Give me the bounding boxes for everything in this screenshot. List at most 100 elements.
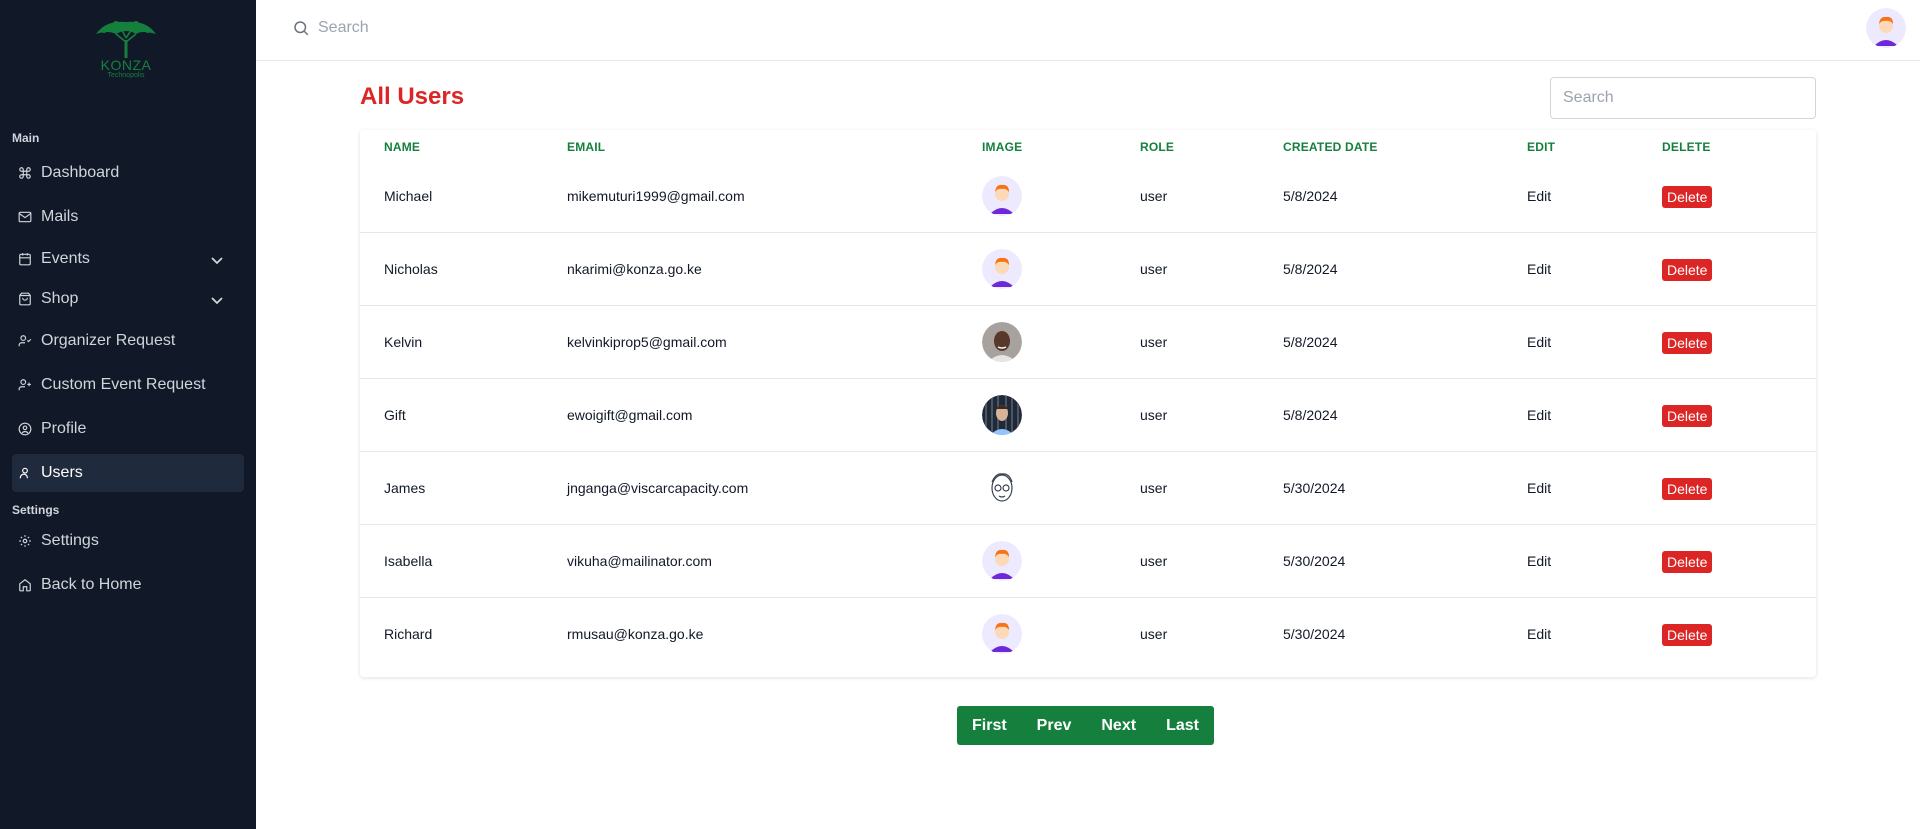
user-created-date: 5/8/2024	[1283, 334, 1338, 350]
users-table: Name Email Image Role Created Date Edit …	[360, 130, 1816, 677]
user-name: Gift	[384, 407, 406, 423]
chevron-down-icon[interactable]	[210, 293, 224, 311]
user-check-icon	[18, 334, 32, 348]
delete-user-button[interactable]: Delete	[1662, 259, 1713, 281]
table-row: Gift ewoigift@gmail.com user 5/8/2024 Ed…	[360, 379, 1816, 452]
user-avatar-image	[982, 614, 1022, 654]
user-created-date: 5/30/2024	[1283, 553, 1346, 569]
user-name: Nicholas	[384, 261, 438, 277]
logo-subtitle: Technopolis	[107, 72, 145, 79]
sidebar-item-label: Profile	[41, 420, 87, 437]
table-row: James jnganga@viscarcapacity.com user 5/…	[360, 452, 1816, 525]
home-icon	[18, 578, 32, 592]
user-email: nkarimi@konza.go.ke	[567, 261, 702, 277]
command-icon	[18, 166, 32, 180]
user-avatar-image	[982, 468, 1022, 508]
logo-wordmark: KONZA	[100, 57, 152, 73]
calendar-icon	[18, 252, 32, 266]
top-bar	[256, 0, 1920, 61]
user-name: Isabella	[384, 553, 433, 569]
sidebar-item-back-to-home[interactable]: Back to Home	[12, 566, 244, 604]
column-header-email: Email	[567, 140, 606, 154]
pagination: First Prev Next Last	[957, 706, 1214, 745]
user-icon	[18, 466, 32, 480]
sidebar-item-label: Organizer Request	[41, 332, 176, 349]
delete-user-button[interactable]: Delete	[1662, 186, 1713, 208]
chevron-down-icon[interactable]	[210, 253, 224, 271]
edit-user-link[interactable]: Edit	[1527, 626, 1551, 642]
user-email: vikuha@mailinator.com	[567, 553, 712, 569]
user-role: user	[1140, 407, 1168, 423]
gear-icon	[18, 534, 32, 548]
user-created-date: 5/30/2024	[1283, 480, 1346, 496]
sidebar-item-label: Mails	[41, 208, 79, 225]
edit-user-link[interactable]: Edit	[1527, 480, 1551, 496]
user-role: user	[1140, 261, 1168, 277]
user-avatar-image	[982, 395, 1022, 435]
column-header-edit: Edit	[1527, 140, 1556, 154]
delete-user-button[interactable]: Delete	[1662, 332, 1713, 354]
tree-logo-icon	[96, 21, 156, 58]
column-header-delete: Delete	[1662, 140, 1711, 154]
user-role: user	[1140, 626, 1168, 642]
user-role: user	[1140, 480, 1168, 496]
pagination-next-button[interactable]: Next	[1086, 706, 1151, 745]
section-label-main: Main	[12, 131, 40, 145]
user-avatar-image	[982, 322, 1022, 362]
table-row: Isabella vikuha@mailinator.com user 5/30…	[360, 525, 1816, 598]
pagination-first-button[interactable]: First	[957, 706, 1022, 745]
section-label-settings: Settings	[12, 503, 60, 517]
user-avatar-image	[982, 541, 1022, 581]
sidebar-item-profile[interactable]: Profile	[12, 410, 244, 448]
sidebar-item-label: Events	[41, 250, 90, 267]
page-title: All Users	[360, 83, 465, 110]
bag-icon	[18, 292, 32, 306]
column-header-role: Role	[1140, 140, 1175, 154]
user-created-date: 5/8/2024	[1283, 188, 1338, 204]
user-role: user	[1140, 553, 1168, 569]
sidebar-item-custom-event-request[interactable]: Custom Event Request	[12, 366, 244, 404]
delete-user-button[interactable]: Delete	[1662, 624, 1713, 646]
user-email: rmusau@konza.go.ke	[567, 626, 704, 642]
users-search-input[interactable]	[1550, 77, 1816, 119]
user-email: kelvinkiprop5@gmail.com	[567, 334, 727, 350]
edit-user-link[interactable]: Edit	[1527, 261, 1551, 277]
global-search-input[interactable]	[318, 14, 718, 42]
pagination-last-button[interactable]: Last	[1151, 706, 1214, 745]
sidebar-item-shop[interactable]: Shop	[12, 280, 244, 318]
user-plus-icon	[18, 378, 32, 392]
sidebar-item-label: Users	[41, 464, 83, 481]
user-name: James	[384, 480, 426, 496]
delete-user-button[interactable]: Delete	[1662, 478, 1713, 500]
user-email: mikemuturi1999@gmail.com	[567, 188, 745, 204]
sidebar-item-label: Settings	[41, 532, 99, 549]
user-email: jnganga@viscarcapacity.com	[567, 480, 749, 496]
column-header-image: Image	[982, 140, 1023, 154]
user-created-date: 5/8/2024	[1283, 261, 1338, 277]
sidebar-item-label: Shop	[41, 290, 79, 307]
pagination-prev-button[interactable]: Prev	[1022, 706, 1087, 745]
table-row: Kelvin kelvinkiprop5@gmail.com user 5/8/…	[360, 306, 1816, 379]
user-avatar-image	[982, 176, 1022, 216]
user-name: Richard	[384, 626, 433, 642]
edit-user-link[interactable]: Edit	[1527, 407, 1551, 423]
sidebar-item-organizer-request[interactable]: Organizer Request	[12, 322, 244, 360]
edit-user-link[interactable]: Edit	[1527, 334, 1551, 350]
user-created-date: 5/30/2024	[1283, 626, 1346, 642]
sidebar-item-settings[interactable]: Settings	[12, 522, 244, 560]
edit-user-link[interactable]: Edit	[1527, 553, 1551, 569]
table-row: Michael mikemuturi1999@gmail.com user 5/…	[360, 160, 1816, 233]
sidebar-item-dashboard[interactable]: Dashboard	[12, 154, 244, 192]
edit-user-link[interactable]: Edit	[1527, 188, 1551, 204]
sidebar-item-users[interactable]: Users	[12, 454, 244, 492]
search-icon	[292, 19, 310, 42]
table-row: Nicholas nkarimi@konza.go.ke user 5/8/20…	[360, 233, 1816, 306]
konza-logo[interactable]: KONZA Technopolis	[92, 16, 160, 86]
user-role: user	[1140, 188, 1168, 204]
sidebar-item-events[interactable]: Events	[12, 240, 244, 278]
delete-user-button[interactable]: Delete	[1662, 551, 1713, 573]
sidebar-item-mails[interactable]: Mails	[12, 198, 244, 236]
user-circle-icon	[18, 422, 32, 436]
user-avatar[interactable]	[1866, 8, 1906, 48]
delete-user-button[interactable]: Delete	[1662, 405, 1713, 427]
